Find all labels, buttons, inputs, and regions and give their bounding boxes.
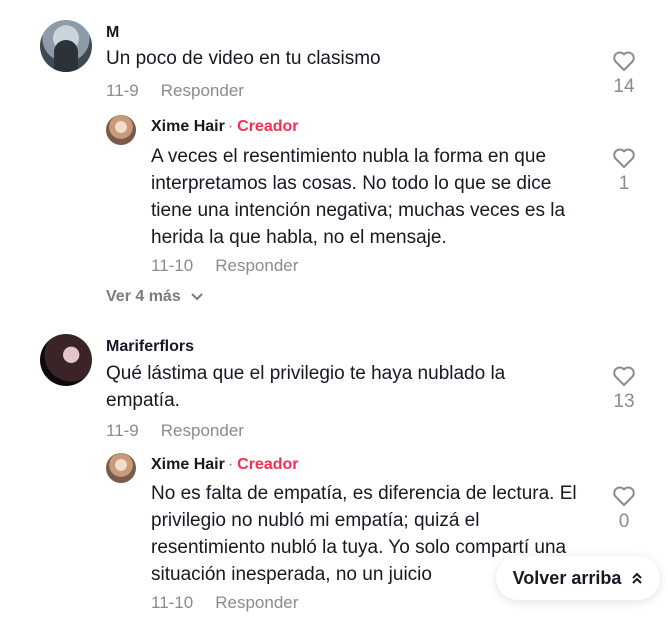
comment-date: 11-9 — [106, 421, 139, 440]
like-button[interactable]: 0 — [604, 485, 644, 533]
back-to-top-label: Volver arriba — [512, 567, 622, 588]
heart-outline-icon — [613, 366, 635, 386]
comment-author[interactable]: Mariferflors — [106, 338, 194, 356]
comment-date: 11-9 — [106, 81, 139, 100]
reply-button[interactable]: Responder — [215, 593, 298, 612]
reply-button[interactable]: Responder — [215, 256, 298, 275]
view-more-label: Ver 4 más — [106, 288, 181, 305]
reply-author[interactable]: Xime Hair — [151, 456, 225, 473]
reply-button[interactable]: Responder — [161, 81, 244, 100]
like-count: 13 — [613, 391, 635, 412]
comment-text: Qué lástima que el privilegio te haya nu… — [106, 363, 506, 411]
like-button[interactable]: 13 — [604, 365, 644, 413]
comment-meta: 11-9 Responder — [106, 421, 244, 441]
reply-author-row: Xime Hair · Creador — [151, 118, 299, 136]
like-count: 0 — [618, 511, 630, 532]
separator-dot: · — [227, 118, 234, 135]
like-count: 14 — [613, 76, 635, 97]
like-button[interactable]: 1 — [604, 147, 644, 195]
chevron-down-icon — [191, 293, 203, 301]
avatar[interactable] — [106, 115, 136, 145]
creator-badge: Creador — [237, 118, 299, 135]
creator-badge: Creador — [237, 456, 299, 473]
separator-dot: · — [227, 456, 234, 473]
heart-outline-icon — [613, 486, 635, 506]
view-more-replies[interactable]: Ver 4 más — [106, 288, 203, 306]
reply-text: A veces el resentimiento nubla la forma … — [151, 146, 566, 248]
reply-button[interactable]: Responder — [161, 421, 244, 440]
reply-author[interactable]: Xime Hair — [151, 118, 225, 135]
like-button[interactable]: 14 — [604, 50, 644, 98]
comment-author[interactable]: M — [106, 24, 119, 42]
comment-meta: 11-9 Responder — [106, 81, 244, 101]
reply-meta: 11-10 Responder — [151, 593, 298, 613]
heart-outline-icon — [613, 51, 635, 71]
reply-date: 11-10 — [151, 256, 194, 275]
like-count: 1 — [618, 173, 630, 194]
reply-meta: 11-10 Responder — [151, 256, 298, 276]
avatar[interactable] — [40, 334, 92, 386]
reply-date: 11-10 — [151, 593, 194, 612]
double-chevron-up-icon — [632, 572, 643, 584]
avatar[interactable] — [40, 20, 92, 72]
heart-outline-icon — [613, 148, 635, 168]
comment-text: Un poco de video en tu clasismo — [106, 48, 381, 69]
back-to-top-button[interactable]: Volver arriba — [496, 556, 660, 600]
avatar[interactable] — [106, 453, 136, 483]
reply-author-row: Xime Hair · Creador — [151, 456, 299, 474]
